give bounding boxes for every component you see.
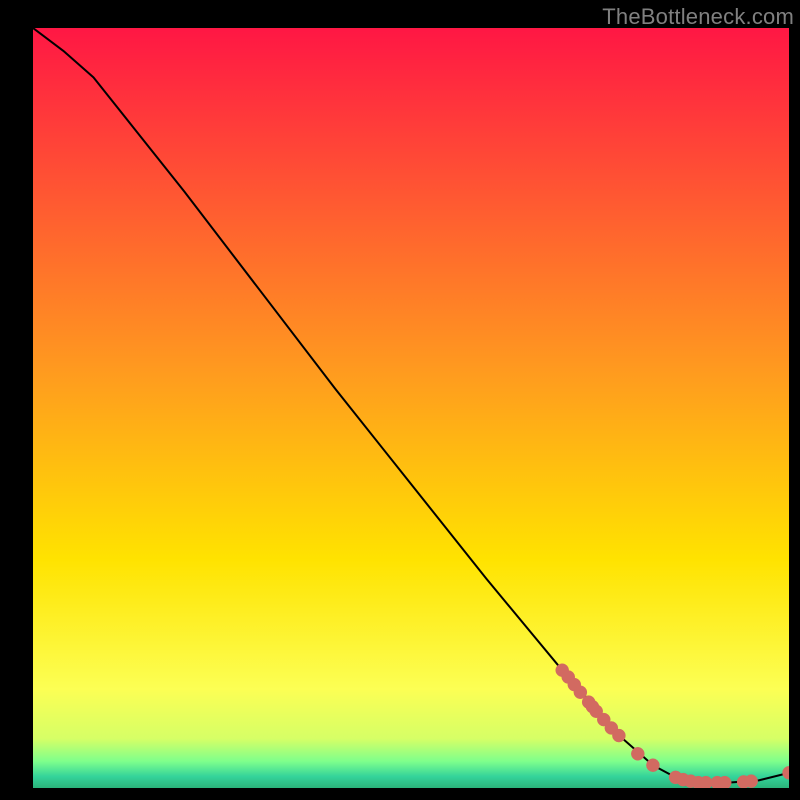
data-marker: [646, 759, 659, 772]
chart-container: TheBottleneck.com: [0, 0, 800, 800]
watermark-label: TheBottleneck.com: [602, 4, 794, 30]
data-marker: [718, 776, 731, 788]
plot-area: [33, 28, 789, 788]
data-marker: [612, 729, 625, 742]
data-marker: [631, 747, 644, 760]
data-marker: [699, 776, 712, 788]
gradient-rect: [33, 28, 789, 788]
plot-svg: [33, 28, 789, 788]
data-marker: [745, 775, 758, 788]
